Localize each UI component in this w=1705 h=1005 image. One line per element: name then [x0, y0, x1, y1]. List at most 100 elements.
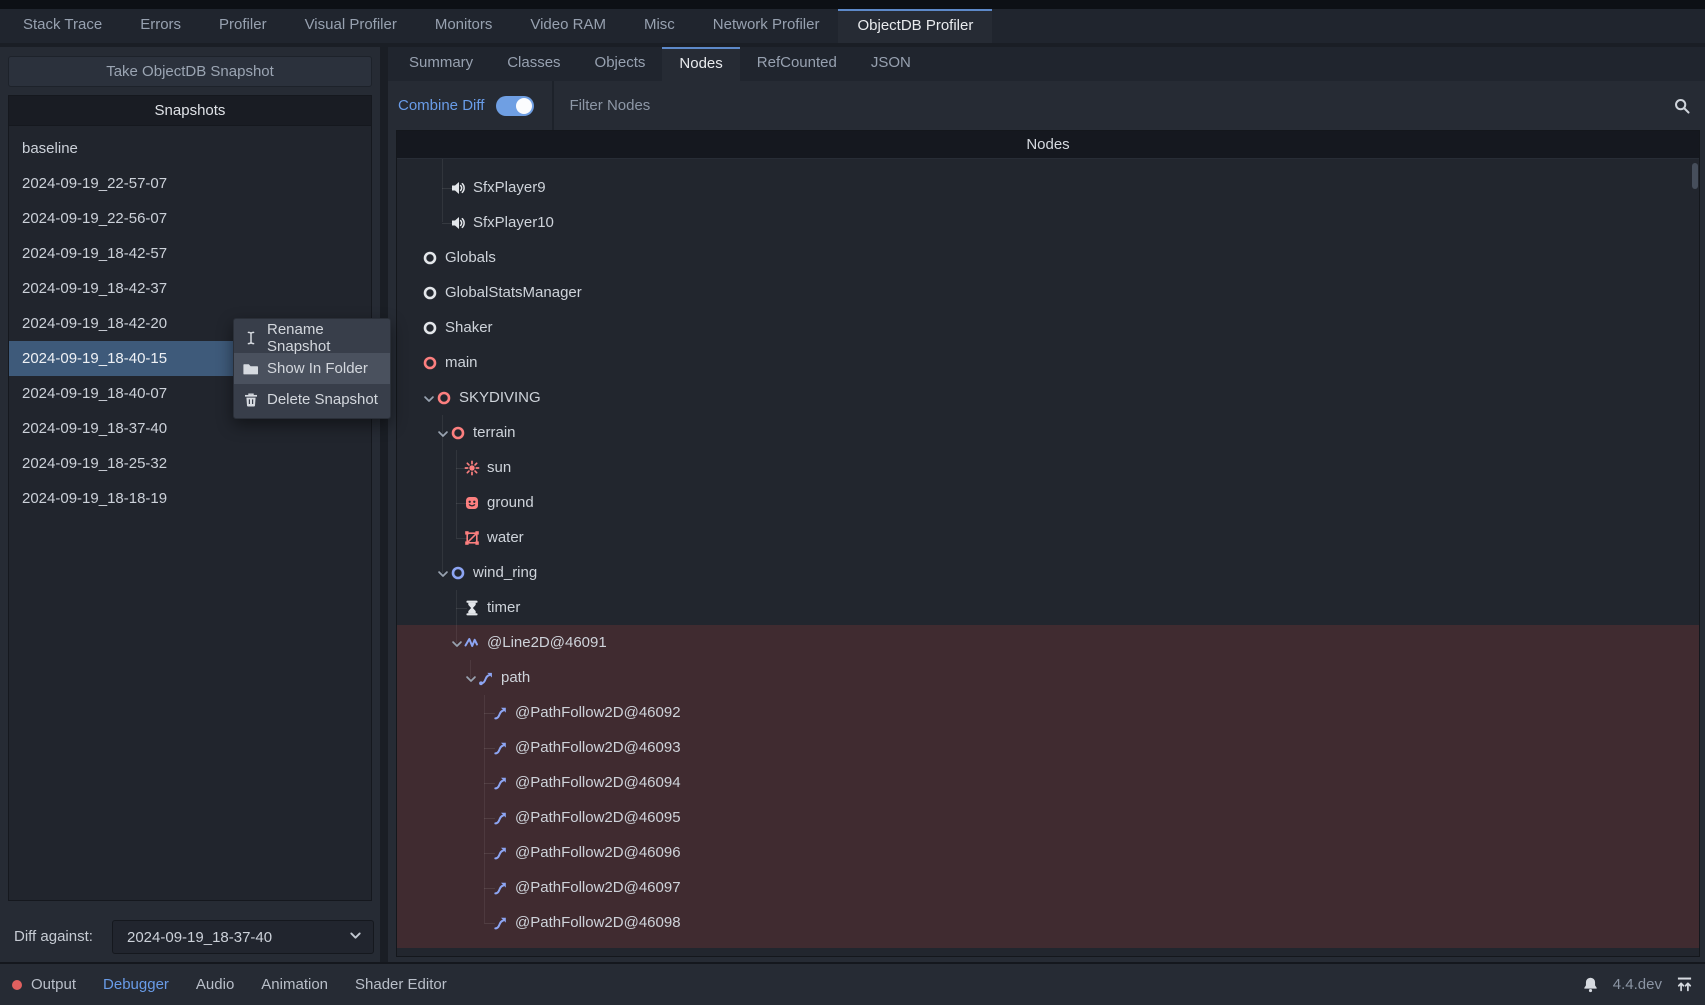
context-menu-item-delete-snapshot[interactable]: Delete Snapshot	[234, 384, 390, 415]
tree-guide	[478, 916, 492, 930]
tree-guide	[478, 776, 492, 790]
debugger-tab-monitors[interactable]: Monitors	[416, 9, 512, 43]
tree-guide	[408, 286, 422, 300]
tree-node-row[interactable]: SfxPlayer10	[397, 205, 1699, 240]
collapse-chevron-icon[interactable]	[464, 671, 478, 685]
window-top-edge	[0, 0, 1705, 9]
tree-node-row[interactable]: @Line2D@46091	[397, 625, 1699, 660]
take-snapshot-button[interactable]: Take ObjectDB Snapshot	[8, 56, 372, 87]
tree-guide	[408, 321, 422, 335]
tree-guide	[436, 216, 450, 230]
collapse-chevron-icon[interactable]	[436, 566, 450, 580]
snapshot-item[interactable]: baseline	[9, 131, 371, 166]
tree-node-row[interactable]: @PathFollow2D@46092	[397, 695, 1699, 730]
snapshots-panel: Take ObjectDB Snapshot Snapshots baselin…	[0, 47, 380, 962]
tree-node-row[interactable]: @PathFollow2D@46097	[397, 870, 1699, 905]
bottom-panel-button-label: Debugger	[103, 976, 169, 993]
tree-node-row[interactable]: Globals	[397, 240, 1699, 275]
combine-diff-toggle[interactable]	[496, 96, 534, 116]
tree-guide	[478, 881, 492, 895]
debugger-tab-network-profiler[interactable]: Network Profiler	[694, 9, 839, 43]
debugger-tab-stack-trace[interactable]: Stack Trace	[4, 9, 121, 43]
tree-node-label: GlobalStatsManager	[445, 284, 582, 301]
tree-node-row[interactable]: GlobalStatsManager	[397, 275, 1699, 310]
collapse-chevron-icon[interactable]	[422, 391, 436, 405]
snapshot-listbox: Snapshots baseline2024-09-19_22-57-07202…	[8, 95, 372, 901]
view-tab-summary[interactable]: Summary	[392, 47, 490, 81]
tree-guide	[436, 181, 450, 195]
expand-bottom-panel-icon[interactable]	[1676, 976, 1693, 993]
tree-node-row[interactable]: terrain	[397, 415, 1699, 450]
path2d-icon	[478, 670, 494, 686]
tree-node-row[interactable]: @PathFollow2D@46098	[397, 905, 1699, 940]
diff-against-dropdown[interactable]: 2024-09-19_18-37-40	[112, 920, 374, 954]
view-tab-refcounted[interactable]: RefCounted	[740, 47, 854, 81]
tree-node-row[interactable]: @PathFollow2D@46095	[397, 800, 1699, 835]
context-menu-label: Delete Snapshot	[267, 391, 378, 408]
collapse-chevron-icon[interactable]	[436, 426, 450, 440]
debugger-tab-visual-profiler[interactable]: Visual Profiler	[286, 9, 416, 43]
tree-node-row[interactable]: @PathFollow2D@46093	[397, 730, 1699, 765]
collapse-chevron-icon[interactable]	[450, 636, 464, 650]
notifications-bell-icon[interactable]	[1582, 976, 1599, 993]
node-circle-icon	[422, 320, 438, 336]
nodes-toolbar: Combine Diff	[388, 81, 1705, 130]
context-menu-item-show-in-folder[interactable]: Show In Folder	[234, 353, 390, 384]
node-circle-icon	[436, 390, 452, 406]
tree-node-row[interactable]: @PathFollow2D@46096	[397, 835, 1699, 870]
tree-node-row[interactable]: main	[397, 345, 1699, 380]
snapshot-item[interactable]: 2024-09-19_18-18-19	[9, 481, 371, 516]
snapshot-item[interactable]: 2024-09-19_18-42-57	[9, 236, 371, 271]
view-tab-objects[interactable]: Objects	[578, 47, 663, 81]
view-tab-json[interactable]: JSON	[854, 47, 928, 81]
tree-node-row[interactable]: water	[397, 520, 1699, 555]
tree-guide	[450, 601, 464, 615]
view-tab-nodes[interactable]: Nodes	[662, 47, 739, 81]
nodes-tree-header: Nodes	[397, 131, 1699, 159]
tree-node-label: @PathFollow2D@46097	[515, 879, 681, 896]
bottom-panel-button-shader-editor[interactable]: Shader Editor	[355, 976, 447, 993]
folder-icon	[243, 361, 259, 377]
tree-node-row[interactable]: path	[397, 660, 1699, 695]
filter-nodes-input[interactable]	[554, 96, 1705, 115]
tree-guide	[450, 461, 464, 475]
debugger-window: Stack TraceErrorsProfilerVisual Profiler…	[0, 0, 1705, 1005]
diff-against-label: Diff against:	[14, 928, 93, 945]
context-menu-label: Rename Snapshot	[267, 321, 380, 355]
line2d-icon	[464, 635, 480, 651]
tree-guide	[450, 531, 464, 545]
bottom-panel-button-debugger[interactable]: Debugger	[103, 976, 169, 993]
bottom-panel-button-audio[interactable]: Audio	[196, 976, 234, 993]
snapshots-header: Snapshots	[9, 96, 371, 126]
view-tab-classes[interactable]: Classes	[490, 47, 577, 81]
tree-node-row[interactable]: sun	[397, 450, 1699, 485]
debugger-tab-objectdb-profiler[interactable]: ObjectDB Profiler	[838, 9, 992, 43]
debugger-tab-video-ram[interactable]: Video RAM	[511, 9, 625, 43]
tree-guide	[478, 706, 492, 720]
snapshot-item[interactable]: 2024-09-19_18-25-32	[9, 446, 371, 481]
debugger-tab-profiler[interactable]: Profiler	[200, 9, 286, 43]
bottom-panel-button-label: Animation	[261, 976, 328, 993]
tree-guide	[478, 811, 492, 825]
bottom-panel-button-output[interactable]: Output	[12, 976, 76, 993]
snapshot-item[interactable]: 2024-09-19_22-57-07	[9, 166, 371, 201]
error-dot-icon	[12, 980, 22, 990]
debugger-tab-errors[interactable]: Errors	[121, 9, 200, 43]
tree-node-row[interactable]: SfxPlayer9	[397, 170, 1699, 205]
tree-node-row[interactable]: timer	[397, 590, 1699, 625]
tree-node-row[interactable]: Shaker	[397, 310, 1699, 345]
snapshot-item[interactable]: 2024-09-19_22-56-07	[9, 201, 371, 236]
tree-scrollbar[interactable]	[1692, 161, 1698, 952]
snapshot-item[interactable]: 2024-09-19_18-42-37	[9, 271, 371, 306]
tree-node-row[interactable]: SKYDIVING	[397, 380, 1699, 415]
bottom-panel-button-animation[interactable]: Animation	[261, 976, 328, 993]
tree-node-row[interactable]: ground	[397, 485, 1699, 520]
bottom-panel-button-label: Shader Editor	[355, 976, 447, 993]
bottom-panel-button-label: Audio	[196, 976, 234, 993]
tree-scrollbar-thumb[interactable]	[1692, 163, 1698, 189]
context-menu-item-rename-snapshot[interactable]: Rename Snapshot	[234, 322, 390, 353]
debugger-tab-misc[interactable]: Misc	[625, 9, 694, 43]
tree-node-row[interactable]: @PathFollow2D@46094	[397, 765, 1699, 800]
snapshot-context-menu: Rename SnapshotShow In Folder Delete Snap…	[233, 318, 391, 419]
tree-node-row[interactable]: wind_ring	[397, 555, 1699, 590]
